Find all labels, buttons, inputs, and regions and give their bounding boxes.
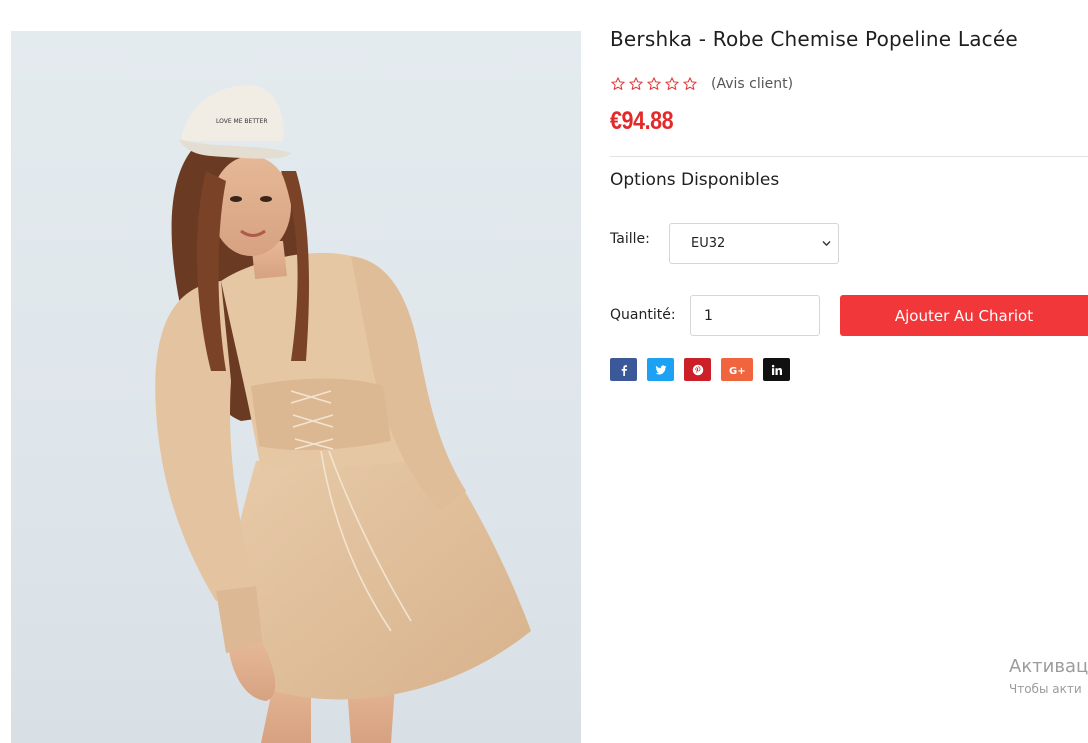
product-title: Bershka - Robe Chemise Popeline Lacée — [610, 27, 1018, 51]
share-linkedin-button[interactable] — [763, 358, 790, 381]
size-label: Taille: — [610, 231, 650, 247]
share-twitter-button[interactable] — [647, 358, 674, 381]
pinterest-icon — [692, 364, 703, 375]
product-details: Bershka - Robe Chemise Popeline Lacée (A… — [610, 0, 1088, 743]
size-selected-value: EU32 — [691, 236, 726, 251]
facebook-icon — [621, 364, 627, 376]
product-price: €94.88 — [610, 107, 674, 135]
size-select[interactable]: EU32 — [669, 223, 839, 264]
google-plus-icon: G+ — [729, 366, 746, 376]
add-to-cart-button[interactable]: Ajouter Au Chariot — [840, 295, 1088, 336]
social-share: G+ — [610, 358, 790, 381]
twitter-icon — [655, 364, 666, 374]
watermark-title: Активац — [1009, 656, 1088, 677]
product-photo-illustration: LOVE ME BETTER — [155, 85, 531, 743]
star-outline-icon — [646, 76, 662, 92]
quantity-label: Quantité: — [610, 307, 676, 323]
windows-activation-watermark: Активац Чтобы акти — [1009, 656, 1088, 698]
share-facebook-button[interactable] — [610, 358, 637, 381]
star-outline-icon — [610, 76, 626, 92]
rating-stars — [610, 76, 698, 92]
star-outline-icon — [664, 76, 680, 92]
section-divider — [610, 156, 1088, 157]
share-google-plus-button[interactable]: G+ — [721, 358, 753, 381]
options-heading: Options Disponibles — [610, 170, 780, 190]
share-pinterest-button[interactable] — [684, 358, 711, 381]
cap-print-text: LOVE ME BETTER — [216, 118, 268, 125]
chevron-down-icon — [822, 241, 831, 246]
customer-reviews-link[interactable]: (Avis client) — [711, 76, 793, 92]
linkedin-icon — [771, 364, 782, 375]
star-outline-icon — [682, 76, 698, 92]
product-rating[interactable]: (Avis client) — [610, 74, 793, 94]
product-image[interactable]: LOVE ME BETTER — [11, 31, 581, 743]
watermark-subtitle: Чтобы акти — [1009, 682, 1082, 696]
svg-text:G+: G+ — [729, 366, 746, 376]
quantity-input[interactable] — [690, 295, 820, 336]
star-outline-icon — [628, 76, 644, 92]
